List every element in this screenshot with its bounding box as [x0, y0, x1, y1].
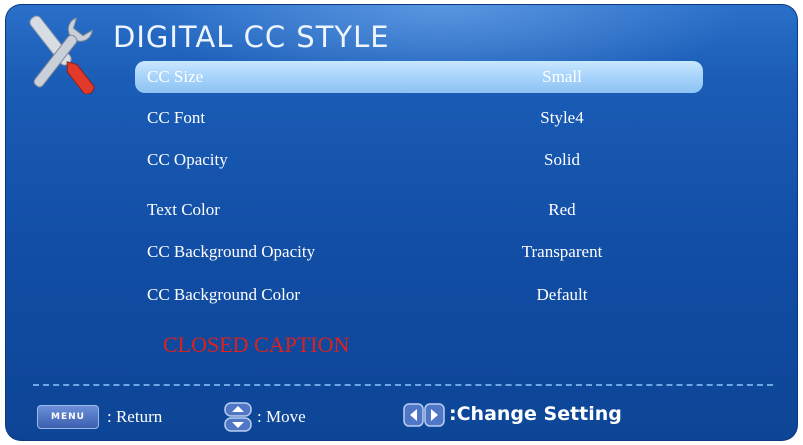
dashed-divider — [33, 384, 773, 386]
menu-item-label: CC Background Opacity — [147, 242, 316, 261]
change-setting-hint: :Change Setting — [449, 403, 622, 425]
menu-item-label: CC Size — [147, 67, 204, 86]
menu-item-value: Solid — [544, 150, 580, 169]
menu-item-value: Style4 — [540, 108, 584, 127]
menu-item-label: Text Color — [147, 200, 220, 219]
menu-item-value: Small — [542, 67, 582, 86]
menu-item-value: Red — [548, 200, 576, 219]
left-right-arrows-icon — [403, 403, 445, 427]
move-hint: : Move — [257, 407, 306, 426]
page-title: DIGITAL CC STYLE — [113, 20, 390, 54]
menu-key-icon[interactable]: MENU — [37, 405, 99, 429]
menu-item-text-color[interactable]: Text Color Red — [135, 194, 703, 226]
up-down-arrows-icon — [224, 402, 252, 432]
menu-item-value: Transparent — [521, 242, 603, 261]
menu-item-cc-font[interactable]: CC Font Style4 — [135, 102, 703, 134]
menu-item-cc-size[interactable]: CC Size Small — [135, 61, 703, 93]
menu-item-cc-background-color[interactable]: CC Background Color Default — [135, 279, 703, 311]
menu-item-label: CC Font — [147, 108, 206, 127]
menu-item-cc-opacity[interactable]: CC Opacity Solid — [135, 144, 703, 176]
menu-item-label: CC Background Color — [147, 285, 300, 304]
menu-item-label: CC Opacity — [147, 150, 228, 169]
tv-osd-panel: DIGITAL CC STYLE CC Size Small CC Font S… — [5, 4, 798, 441]
return-hint: : Return — [107, 407, 163, 426]
wrench-screwdriver-icon — [29, 15, 95, 94]
footer-hints: MENU : Return : Move :Change Setting — [5, 399, 798, 439]
menu-item-cc-background-opacity[interactable]: CC Background Opacity Transparent — [135, 236, 703, 268]
menu-item-value: Default — [536, 285, 588, 304]
caption-preview: CLOSED CAPTION — [163, 332, 350, 357]
